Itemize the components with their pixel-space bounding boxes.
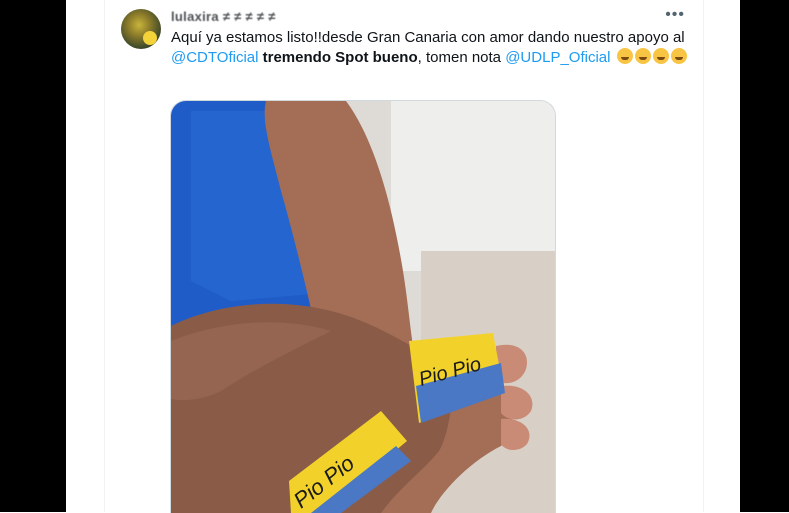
avatar-badge bbox=[143, 31, 157, 45]
tweet-text-start: Aquí ya estamos listo!!desde Gran Canari… bbox=[171, 29, 685, 46]
tweet-text-mid: , tomen nota bbox=[417, 49, 506, 66]
username[interactable]: lulaxira ≠ ≠ ≠ ≠ ≠ bbox=[171, 8, 276, 26]
rofl-emoji-icon bbox=[616, 48, 633, 64]
tweet-text: Aquí ya estamos listo!!desde Gran Canari… bbox=[171, 28, 691, 68]
tweet-media-image[interactable]: Pio Pio Pio Pio bbox=[170, 100, 556, 513]
media-photo: Pio Pio Pio Pio bbox=[171, 101, 555, 513]
rofl-emoji-icon bbox=[652, 48, 669, 64]
avatar[interactable] bbox=[121, 9, 161, 49]
mention-cdtoficial[interactable]: @CDTOficial bbox=[171, 49, 258, 66]
right-dark-margin bbox=[740, 0, 789, 512]
rofl-emoji-icon bbox=[670, 48, 687, 64]
more-options-icon[interactable]: ••• bbox=[665, 6, 685, 24]
tweet-bold-text: tremendo Spot bueno bbox=[258, 49, 418, 66]
rofl-emoji-icon bbox=[634, 48, 651, 64]
column-border-right bbox=[703, 0, 704, 512]
mention-udlp-oficial[interactable]: @UDLP_Oficial bbox=[505, 49, 610, 66]
left-dark-margin bbox=[0, 0, 66, 512]
tweet[interactable]: lulaxira ≠ ≠ ≠ ≠ ≠ ••• Aquí ya estamos l… bbox=[105, 0, 703, 513]
